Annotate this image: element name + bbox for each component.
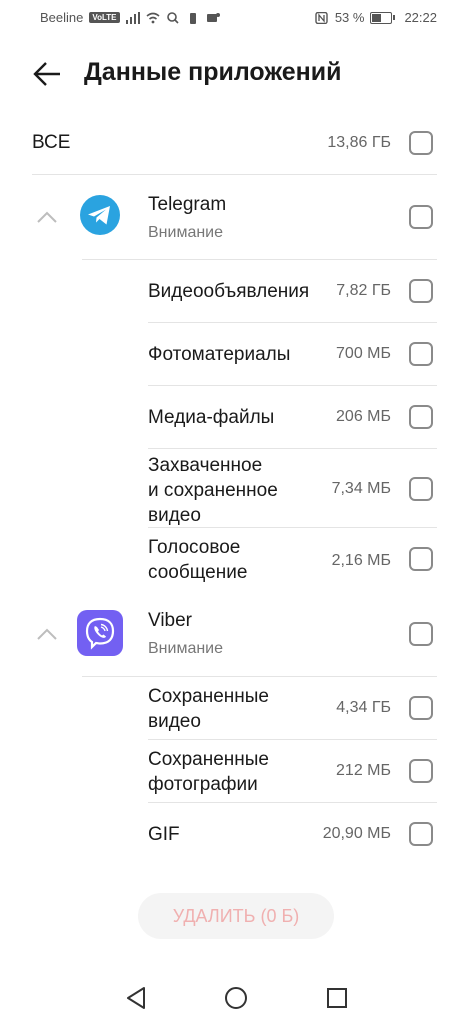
app-bar: Данные приложений (0, 52, 473, 96)
item-label: Голосовое сообщение (148, 537, 248, 583)
telegram-checkbox[interactable] (409, 205, 433, 229)
item-checkbox[interactable] (409, 547, 433, 571)
item-label: Захваченное и сохраненное видео (148, 455, 278, 526)
chevron-up-icon[interactable] (36, 627, 58, 641)
list-item[interactable]: Видеообъявления 7,82 ГБ (0, 260, 473, 322)
message-icon (206, 12, 220, 22)
item-size: 206 МБ (336, 408, 391, 425)
list-item[interactable]: Фотоматериалы 700 МБ (0, 323, 473, 385)
app-status: Внимание (148, 640, 224, 657)
chevron-up-icon[interactable] (36, 210, 58, 224)
search-icon (166, 11, 179, 24)
item-size: 2,16 МБ (331, 552, 391, 569)
item-size: 212 МБ (336, 762, 391, 779)
app-status: Внимание (148, 224, 224, 241)
list-item[interactable]: Захваченное и сохраненное видео 7,34 МБ (0, 449, 473, 527)
item-checkbox[interactable] (409, 822, 433, 846)
item-label: Видеообъявления (148, 281, 310, 302)
viber-checkbox[interactable] (409, 622, 433, 646)
item-checkbox[interactable] (409, 759, 433, 783)
item-size: 7,82 ГБ (336, 282, 391, 299)
item-label: GIF (148, 824, 180, 845)
back-arrow-icon[interactable] (30, 56, 66, 92)
list-item[interactable]: GIF 20,90 МБ (0, 803, 473, 865)
status-bar: Beeline VoLTE 53 % 22:22 (0, 0, 473, 36)
app-group-viber[interactable]: Viber Внимание (0, 596, 473, 674)
item-size: 4,34 ГБ (336, 699, 391, 716)
app-group-telegram[interactable]: Telegram Внимание (0, 180, 473, 258)
all-size: 13,86 ГБ (327, 134, 391, 151)
clock: 22:22 (404, 10, 437, 25)
nfc-icon (315, 11, 328, 24)
item-size: 700 МБ (336, 345, 391, 362)
app-name: Telegram (148, 194, 227, 215)
item-label: Сохраненные видео (148, 686, 269, 732)
battery-saver-icon (189, 12, 196, 24)
volte-badge: VoLTE (89, 12, 120, 23)
delete-button[interactable]: УДАЛИТЬ (0 Б) (138, 893, 334, 939)
carrier-label: Beeline (40, 10, 84, 25)
item-label: Сохраненные фотографии (148, 749, 269, 795)
item-checkbox[interactable] (409, 279, 433, 303)
item-size: 20,90 МБ (322, 825, 391, 842)
app-name: Viber (148, 610, 193, 631)
item-checkbox[interactable] (409, 342, 433, 366)
viber-icon (77, 610, 123, 656)
signal-icon (125, 11, 140, 24)
item-size: 7,34 МБ (331, 480, 391, 497)
wifi-icon (146, 12, 160, 23)
divider (32, 174, 437, 175)
recents-icon[interactable] (323, 984, 351, 1012)
list-item[interactable]: Медиа-файлы 206 МБ (0, 386, 473, 448)
item-checkbox[interactable] (409, 405, 433, 429)
list-item[interactable]: Сохраненные видео 4,34 ГБ (0, 677, 473, 739)
list-item[interactable]: Голосовое сообщение 2,16 МБ (0, 528, 473, 592)
item-label: Медиа-файлы (148, 407, 275, 428)
item-label: Фотоматериалы (148, 344, 291, 365)
all-row[interactable]: ВСЕ 13,86 ГБ (0, 120, 473, 172)
battery-percent: 53 % (334, 10, 365, 25)
telegram-icon (80, 195, 120, 235)
battery-icon (370, 11, 396, 24)
all-checkbox[interactable] (409, 131, 433, 155)
item-checkbox[interactable] (409, 477, 433, 501)
page-title: Данные приложений (84, 58, 342, 86)
home-icon[interactable] (222, 984, 250, 1012)
item-checkbox[interactable] (409, 696, 433, 720)
list-item[interactable]: Сохраненные фотографии 212 МБ (0, 740, 473, 802)
navigation-bar (0, 978, 473, 1018)
all-label: ВСЕ (32, 132, 71, 153)
back-icon[interactable] (122, 984, 150, 1012)
